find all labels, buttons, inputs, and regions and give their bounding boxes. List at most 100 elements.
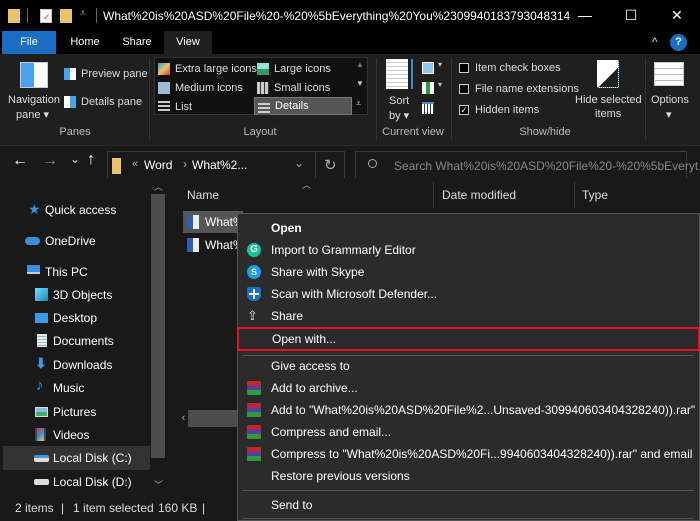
- tab-view[interactable]: View: [164, 31, 212, 55]
- layout-expand[interactable]: ⩡: [356, 98, 361, 109]
- sidebar-item-quick-access[interactable]: ★ Quick access: [0, 198, 150, 221]
- menu-item-open[interactable]: Open: [238, 217, 699, 239]
- options-label: Options: [651, 94, 689, 106]
- pc-icon: [27, 265, 40, 274]
- hide-selected-icon: [597, 60, 619, 88]
- selected-size: 160 KB: [158, 501, 198, 515]
- scroll-down-icon[interactable]: ﹀: [154, 478, 163, 491]
- sidebar-item-pictures[interactable]: Pictures: [0, 400, 150, 423]
- layout-details[interactable]: Details: [254, 97, 352, 115]
- layout-scroll-down[interactable]: ▼: [356, 79, 364, 88]
- cube-icon: [35, 288, 48, 301]
- group-panes: Panes: [59, 126, 91, 138]
- document-icon: [37, 334, 47, 347]
- forward-button[interactable]: →: [42, 152, 58, 170]
- sidebar-item-desktop[interactable]: Desktop: [0, 306, 150, 329]
- navigation-pane-button[interactable]: Navigation pane ▾: [8, 56, 60, 121]
- recent-locations-button[interactable]: ⌄: [70, 152, 80, 166]
- sidebar-scrollbar[interactable]: ︿ ﹀: [150, 178, 167, 496]
- menu-item-scan-defender[interactable]: Scan with Microsoft Defender...: [238, 283, 699, 305]
- breadcrumb-current[interactable]: What%2...: [192, 158, 247, 172]
- hide-selected-label: Hide selected: [575, 94, 642, 106]
- close-button[interactable]: ✕: [654, 0, 700, 31]
- layout-scroll-up[interactable]: ▲: [356, 60, 364, 69]
- layout-list[interactable]: List: [158, 101, 192, 114]
- menu-item-add-to-archive[interactable]: Add to archive...: [238, 377, 699, 399]
- menu-item-open-with[interactable]: Open with...: [237, 327, 700, 351]
- column-type[interactable]: Type: [582, 188, 608, 202]
- extra-large-icons-label: Extra large icons: [175, 63, 257, 75]
- divider: [645, 58, 646, 140]
- sort-by-button[interactable]: Sort by ▾: [382, 57, 422, 122]
- layout-extra-large-icons[interactable]: Extra large icons: [158, 63, 257, 76]
- tab-file[interactable]: File: [2, 31, 56, 55]
- divider: [96, 8, 97, 23]
- customize-toolbar-icon[interactable]: ⩡: [80, 8, 86, 19]
- group-by-icon[interactable]: [422, 62, 434, 74]
- size-columns-icon[interactable]: [422, 102, 434, 114]
- breadcrumb-word[interactable]: Word: [144, 158, 172, 172]
- details-pane-button[interactable]: Details pane: [64, 96, 142, 109]
- maximize-button[interactable]: ☐: [608, 0, 654, 31]
- divider: [376, 58, 377, 140]
- back-button[interactable]: ←: [12, 152, 28, 170]
- breadcrumb-overflow[interactable]: «: [132, 158, 138, 170]
- item-check-boxes-label: Item check boxes: [475, 62, 561, 74]
- menu-item-grammarly[interactable]: G Import to Grammarly Editor: [238, 239, 699, 261]
- search-input[interactable]: Search What%20is%20ASD%20File%20-%20%5bE…: [355, 151, 700, 181]
- file-row[interactable]: What%: [183, 234, 244, 256]
- help-icon[interactable]: ?: [670, 34, 687, 51]
- refresh-button[interactable]: ↻: [324, 156, 337, 174]
- scrollbar-thumb[interactable]: [151, 194, 165, 458]
- scroll-up-icon[interactable]: ︿: [154, 180, 163, 193]
- hide-selected-items-button[interactable]: Hide selected items: [573, 56, 642, 120]
- item-check-boxes-checkbox[interactable]: [459, 63, 469, 73]
- sidebar-item-local-disk-d[interactable]: Local Disk (D:): [0, 470, 150, 493]
- layout-medium-icons[interactable]: Medium icons: [158, 82, 243, 95]
- sidebar-item-local-disk-c[interactable]: Local Disk (C:): [3, 446, 151, 470]
- sidebar-item-videos[interactable]: Videos: [0, 423, 150, 446]
- layout-small-icons[interactable]: Small icons: [257, 82, 330, 95]
- sidebar-item-music[interactable]: ♪ Music: [0, 376, 150, 399]
- menu-item-label: Send to: [271, 498, 313, 512]
- navigation-pane-label: Navigation: [8, 94, 60, 106]
- collapse-ribbon-icon[interactable]: ^: [652, 35, 658, 49]
- tab-home[interactable]: Home: [58, 31, 112, 55]
- menu-item-restore-previous-versions[interactable]: Restore previous versions: [238, 465, 699, 487]
- menu-item-label: Add to "What%20is%20ASD%20File%2...Unsav…: [271, 403, 696, 417]
- sidebar-item-3d-objects[interactable]: 3D Objects: [0, 283, 150, 306]
- address-dropdown[interactable]: ⌄: [294, 156, 304, 170]
- menu-item-share[interactable]: ⇪ Share: [238, 305, 699, 327]
- sidebar-item-label: 3D Objects: [53, 288, 113, 302]
- tab-share[interactable]: Share: [112, 31, 162, 55]
- sidebar-item-onedrive[interactable]: OneDrive: [0, 229, 150, 252]
- preview-pane-button[interactable]: Preview pane: [64, 68, 148, 81]
- add-columns-icon[interactable]: [422, 82, 434, 94]
- menu-item-give-access[interactable]: Give access to: [238, 355, 699, 377]
- share-icon: ⇪: [247, 308, 258, 323]
- minimize-button[interactable]: —: [562, 0, 608, 31]
- menu-item-compress-to-rar-email[interactable]: Compress to "What%20is%20ASD%20Fi...9940…: [238, 443, 699, 465]
- hidden-items-checkbox[interactable]: ✓: [459, 105, 469, 115]
- layout-large-icons[interactable]: Large icons: [257, 63, 331, 76]
- column-date-modified[interactable]: Date modified: [442, 188, 516, 202]
- menu-item-compress-email[interactable]: Compress and email...: [238, 421, 699, 443]
- menu-item-add-to-rar[interactable]: Add to "What%20is%20ASD%20File%2...Unsav…: [238, 399, 699, 421]
- menu-item-share-skype[interactable]: S Share with Skype: [238, 261, 699, 283]
- sidebar-item-documents[interactable]: Documents: [0, 329, 150, 352]
- sidebar-item-downloads[interactable]: ⬇ Downloads: [0, 353, 150, 376]
- dropdown-icon[interactable]: ▾: [438, 80, 442, 89]
- options-arrow: ▾: [666, 109, 672, 121]
- sidebar-item-this-pc[interactable]: This PC: [0, 260, 150, 283]
- menu-item-send-to[interactable]: Send to: [238, 494, 699, 516]
- new-folder-icon[interactable]: [60, 9, 72, 23]
- file-row[interactable]: What%: [183, 211, 244, 233]
- up-button[interactable]: ↑: [87, 151, 95, 169]
- extra-large-icons-icon: [158, 63, 170, 76]
- address-input[interactable]: « Word › What%2... ⌄ ↻: [107, 151, 345, 181]
- properties-icon[interactable]: ✓: [40, 9, 52, 23]
- dropdown-icon[interactable]: ▾: [438, 60, 442, 69]
- options-button[interactable]: Options ▾: [648, 56, 692, 121]
- column-name[interactable]: Name: [187, 188, 219, 202]
- file-name-extensions-checkbox[interactable]: [459, 84, 469, 94]
